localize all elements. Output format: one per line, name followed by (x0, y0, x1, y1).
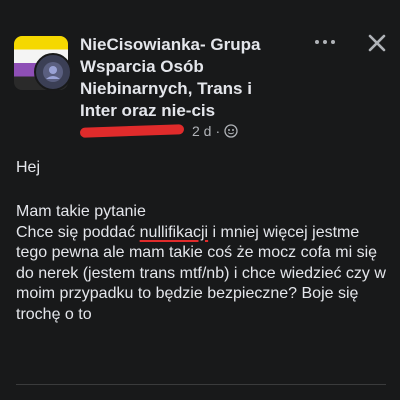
body-text-start: Chce się poddać (16, 223, 140, 241)
highlighted-word: nullifikacji (139, 223, 209, 241)
close-button[interactable] (362, 28, 392, 58)
question-text: Chce się poddać nullifikacji i mniej wię… (16, 223, 391, 326)
more-dot (331, 40, 335, 44)
post-time[interactable]: 2 d (192, 123, 211, 139)
post-card: NieCisowianka- Grupa Wsparcia Osób Niebi… (0, 0, 400, 400)
user-avatar-badge[interactable] (34, 53, 72, 91)
post-meta: 2 d · (79, 122, 238, 140)
post-body: Mam takie pytanie Chce się poddać nullif… (16, 202, 391, 325)
close-icon (368, 34, 386, 52)
more-options-button[interactable] (308, 30, 342, 54)
more-dot (323, 40, 327, 44)
more-horizontal-icon (315, 40, 319, 44)
meta-separator: · (215, 123, 221, 139)
question-intro: Mam takie pytanie (16, 203, 146, 220)
globe-icon (224, 124, 238, 138)
profile-picture-icon (43, 62, 63, 82)
divider (16, 384, 386, 385)
post-greeting: Hej (16, 159, 41, 176)
redacted-author-name (79, 124, 185, 138)
group-name-link[interactable]: NieCisowianka- Grupa Wsparcia Osób Niebi… (80, 34, 280, 122)
